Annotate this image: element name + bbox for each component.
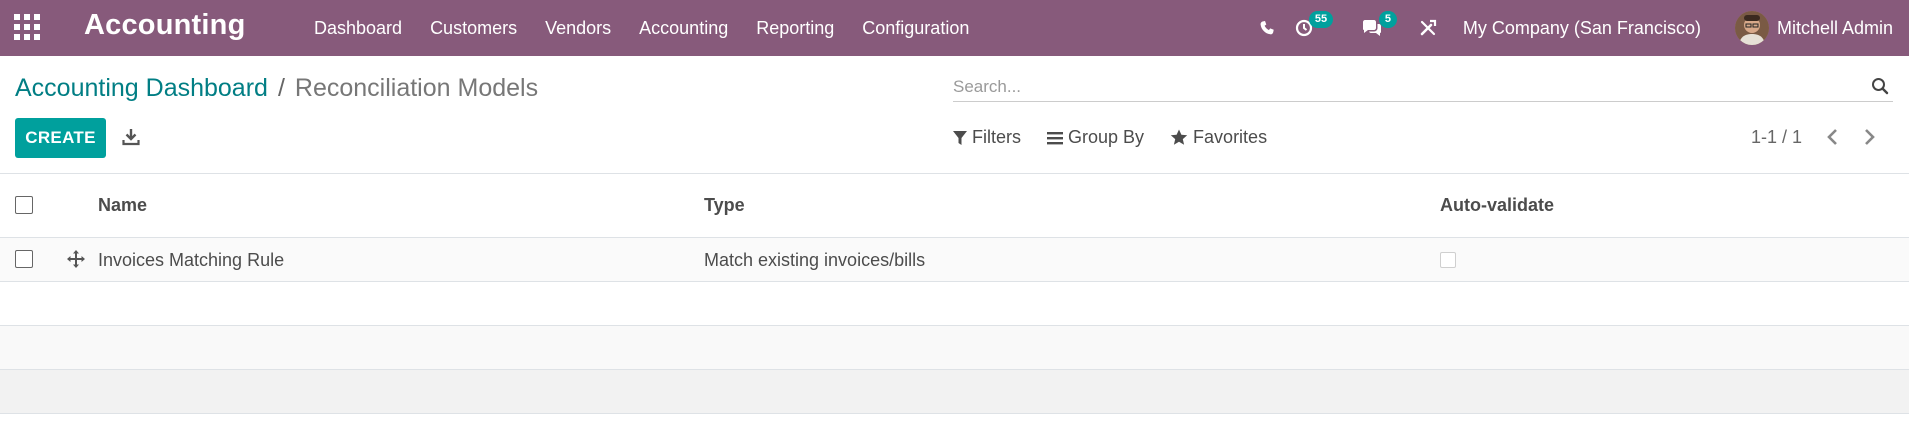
cell-name: Invoices Matching Rule [98, 250, 285, 270]
app-title[interactable]: Accounting [84, 9, 246, 42]
phone-button[interactable] [1241, 0, 1293, 56]
top-navbar: Accounting Dashboard Customers Vendors A… [0, 0, 1909, 56]
activity-count-badge: 55 [1308, 11, 1334, 28]
chevron-right-icon [1865, 129, 1875, 145]
row-checkbox[interactable] [15, 250, 33, 268]
menu-item-customers[interactable]: Customers [416, 0, 531, 56]
messages-count-badge: 5 [1378, 11, 1397, 28]
menu-item-configuration[interactable]: Configuration [848, 0, 983, 56]
pager-next-button[interactable] [1862, 128, 1876, 151]
empty-row [0, 325, 1909, 369]
breadcrumb-parent[interactable]: Accounting Dashboard [15, 74, 268, 103]
systray: 55 5 My Company (San Francisco) Mitchell… [1241, 0, 1909, 56]
create-button[interactable]: CREATE [15, 118, 106, 158]
debug-tools-button[interactable] [1419, 0, 1463, 56]
column-header-auto-validate[interactable]: Auto-validate [1440, 195, 1554, 216]
company-switcher[interactable]: My Company (San Francisco) [1463, 0, 1735, 56]
favorites-label: Favorites [1193, 127, 1268, 147]
messages-button[interactable]: 5 [1361, 0, 1419, 56]
search-input[interactable] [953, 76, 1893, 97]
empty-row [0, 281, 1909, 325]
favorites-button[interactable]: Favorites [1170, 127, 1267, 148]
breadcrumb: Accounting Dashboard / Reconciliation Mo… [15, 74, 538, 103]
arrows-move-icon [67, 250, 85, 268]
activity-button[interactable]: 55 [1293, 0, 1361, 56]
drag-handle[interactable] [67, 250, 85, 273]
export-button[interactable] [122, 128, 140, 151]
column-header-name[interactable]: Name [98, 195, 147, 216]
menu-item-vendors[interactable]: Vendors [531, 0, 625, 56]
table-row[interactable]: Invoices Matching Rule Match existing in… [0, 237, 1909, 281]
search-options: Filters Group By Favorites [953, 127, 1293, 148]
avatar [1734, 11, 1769, 45]
tools-icon [1420, 19, 1436, 36]
breadcrumb-current: Reconciliation Models [294, 74, 539, 102]
user-menu[interactable]: Mitchell Admin [1734, 0, 1909, 56]
group-by-button[interactable]: Group By [1047, 127, 1144, 148]
empty-row [0, 413, 1909, 425]
download-icon [122, 129, 140, 146]
chevron-left-icon [1827, 129, 1837, 145]
pager-previous-button[interactable] [1826, 128, 1840, 151]
menu-item-accounting[interactable]: Accounting [625, 0, 742, 56]
phone-icon [1260, 21, 1274, 35]
bars-icon [1047, 131, 1063, 144]
grid-icon[interactable] [14, 14, 40, 40]
search-bar [953, 72, 1893, 102]
star-icon [1170, 129, 1188, 145]
filters-button[interactable]: Filters [953, 127, 1021, 148]
auto-validate-checkbox [1440, 252, 1456, 268]
column-header-type[interactable]: Type [704, 195, 745, 216]
main-menu: Dashboard Customers Vendors Accounting R… [300, 0, 983, 56]
list-table: Name Type Auto-validate Invoices Matchin… [0, 173, 1909, 425]
menu-item-dashboard[interactable]: Dashboard [300, 0, 416, 56]
breadcrumb-separator: / [277, 74, 285, 102]
group-by-label: Group By [1068, 127, 1145, 147]
select-all-checkbox[interactable] [15, 196, 33, 214]
user-name: Mitchell Admin [1776, 17, 1893, 38]
menu-item-reporting[interactable]: Reporting [742, 0, 848, 56]
empty-row [0, 369, 1909, 413]
cell-type: Match existing invoices/bills [704, 250, 926, 270]
search-icon[interactable] [1871, 77, 1889, 95]
pager-value[interactable]: 1-1 / 1 [1751, 127, 1802, 148]
table-header: Name Type Auto-validate [0, 173, 1909, 237]
funnel-icon [953, 130, 967, 145]
filters-label: Filters [972, 127, 1021, 147]
